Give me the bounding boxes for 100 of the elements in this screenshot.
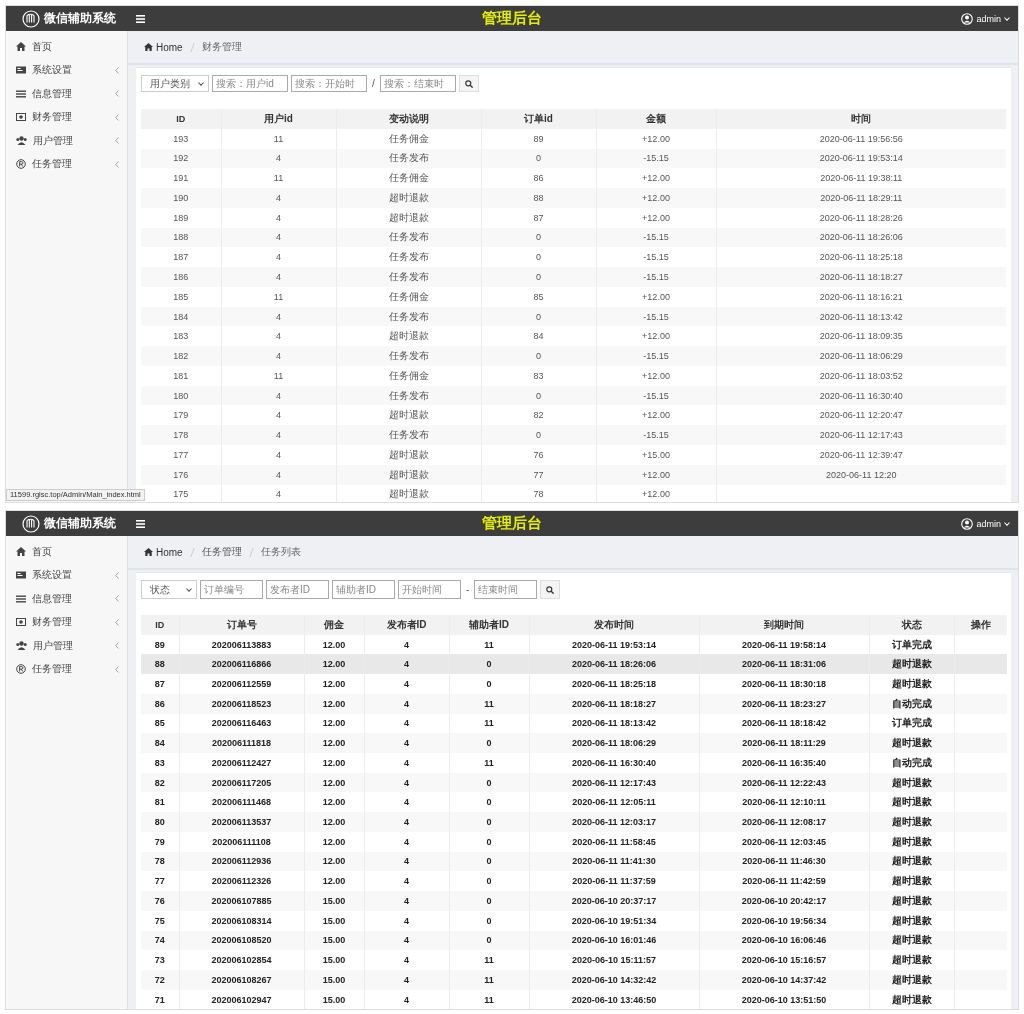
table-cell: 202006112936 xyxy=(179,851,304,872)
table-cell: 超时退款 xyxy=(869,654,954,675)
table-cell: -15.15 xyxy=(596,346,716,366)
table-cell: 189 xyxy=(141,207,221,228)
table-cell: 76 xyxy=(481,445,596,465)
sidebar-item[interactable]: 系统设置 xyxy=(6,58,127,82)
table-cell: 76 xyxy=(141,891,179,911)
table-cell: 4 xyxy=(221,464,336,485)
table-cell: 202006111108 xyxy=(179,831,304,852)
table-cell: 4 xyxy=(364,654,449,675)
breadcrumb-link[interactable]: Home xyxy=(144,546,183,558)
table-row[interactable]: 72 202006108267 15.00 4 11 2020-06-10 14:32:42 2020-06-10 14:37:42 超时退款 xyxy=(141,969,1007,990)
search-field[interactable]: 结束时间 xyxy=(474,580,538,599)
table-cell: 0 xyxy=(449,831,529,852)
table-cell: 2020-06-11 16:30:40 xyxy=(716,385,1006,406)
table-cell: 超时退款 xyxy=(869,969,954,990)
table-cell: 11 xyxy=(449,950,529,970)
sidebar-item[interactable]: 任务管理 xyxy=(6,152,127,176)
user-menu[interactable]: admin xyxy=(961,517,1010,530)
search-button[interactable] xyxy=(458,75,479,92)
table-cell: 2020-06-11 12:20 xyxy=(716,464,1006,485)
column-header: 状态 xyxy=(869,615,954,635)
breadcrumb-link[interactable]: 任务管理 xyxy=(201,545,242,559)
table-row[interactable]: 87 202006112559 12.00 4 0 2020-06-11 18:25:18 2020-06-11 18:30:18 超时退款 xyxy=(141,674,1007,694)
breadcrumb-link[interactable]: Home xyxy=(144,41,183,53)
sidebar-item[interactable]: 首页 xyxy=(6,540,127,564)
sidebar-item[interactable]: 财务管理 xyxy=(6,610,127,634)
table-cell: 15.00 xyxy=(304,891,364,911)
sidebar-item[interactable]: 任务管理 xyxy=(6,657,127,681)
table-cell: 4 xyxy=(364,851,449,872)
table-row[interactable]: 88 202006116866 12.00 4 0 2020-06-11 18:26:06 2020-06-11 18:31:06 超时退款 xyxy=(141,654,1007,675)
table-row[interactable]: 76 202006107885 15.00 4 0 2020-06-10 20:37:17 2020-06-10 20:42:17 超时退款 xyxy=(141,891,1007,911)
table-cell: 2020-06-10 13:51:50 xyxy=(699,989,869,1009)
table-row[interactable]: 78 202006112936 12.00 4 0 2020-06-11 11:41:30 2020-06-11 11:46:30 超时退款 xyxy=(141,851,1007,872)
logo-icon xyxy=(22,9,40,28)
filter-select[interactable]: 用户类别 xyxy=(141,75,209,92)
table-cell: 188 xyxy=(141,227,221,248)
table-cell: 12.00 xyxy=(304,693,364,714)
user-menu[interactable]: admin xyxy=(961,12,1010,25)
table-cell: 0 xyxy=(449,733,529,754)
search-field[interactable]: 搜索：开始时 xyxy=(291,75,367,92)
sidebar-item[interactable]: 首页 xyxy=(6,35,127,59)
search-field[interactable]: 订单编号 xyxy=(200,580,263,599)
money-icon xyxy=(16,113,26,122)
sidebar-item[interactable]: 用户管理 xyxy=(6,634,127,658)
table-cell: 183 xyxy=(141,326,221,347)
table-cell: 超时退款 xyxy=(336,207,481,228)
table-cell: 2020-06-10 20:42:17 xyxy=(699,891,869,911)
table-row[interactable]: 86 202006118523 12.00 4 11 2020-06-11 18:18:27 2020-06-11 18:23:27 自动完成 xyxy=(141,693,1007,714)
table-cell: 84 xyxy=(141,733,179,754)
search-field[interactable]: 发布者ID xyxy=(266,580,329,599)
table-row[interactable]: 79 202006111108 12.00 4 0 2020-06-11 11:58:45 2020-06-11 12:03:45 超时退款 xyxy=(141,831,1007,852)
search-field[interactable]: 搜索：用户id xyxy=(212,75,288,92)
table-cell: 超时退款 xyxy=(869,930,954,951)
column-header: 用户id xyxy=(221,109,336,129)
table-cell: +12.00 xyxy=(596,464,716,485)
table-cell: 2020-06-11 18:18:27 xyxy=(529,693,699,714)
table-cell: 88 xyxy=(481,188,596,208)
search-icon xyxy=(464,79,473,88)
sidebar-item[interactable]: 系统设置 xyxy=(6,563,127,587)
home-icon xyxy=(16,42,26,52)
table-row[interactable]: 82 202006117205 12.00 4 0 2020-06-11 12:17:43 2020-06-11 12:22:43 超时退款 xyxy=(141,772,1007,793)
sidebar-item[interactable]: 信息管理 xyxy=(6,82,127,106)
circle-badge-icon xyxy=(16,664,26,675)
sidebar-item[interactable]: 财务管理 xyxy=(6,105,127,129)
filter-select[interactable]: 状态 xyxy=(141,580,197,599)
table-cell: 71 xyxy=(141,989,179,1009)
search-button[interactable] xyxy=(540,580,561,599)
search-field[interactable]: 辅助者ID xyxy=(332,580,395,599)
table-cell: 83 xyxy=(481,365,596,386)
search-field[interactable]: 搜索：结束时 xyxy=(379,75,456,92)
table-cell: 2020-06-10 15:16:57 xyxy=(699,950,869,970)
table-row[interactable]: 74 202006108520 15.00 4 0 2020-06-10 16:01:46 2020-06-10 16:06:46 超时退款 xyxy=(141,930,1007,951)
table-cell: 0 xyxy=(481,346,596,366)
table-cell: -15.15 xyxy=(596,385,716,406)
table-cell: 任务发布 xyxy=(336,267,481,287)
table-cell: -15.15 xyxy=(596,306,716,327)
table-cell: 4 xyxy=(364,812,449,832)
table-cell: 2020-06-11 18:30:18 xyxy=(699,674,869,694)
table-row[interactable]: 73 202006102854 15.00 4 11 2020-06-10 15:11:57 2020-06-10 15:16:57 超时退款 xyxy=(141,950,1007,970)
money-icon xyxy=(16,618,26,627)
table-cell: 202006118523 xyxy=(179,693,304,714)
menu-icon[interactable] xyxy=(136,519,145,528)
table-cell: 4 xyxy=(364,831,449,852)
sidebar-item[interactable]: 信息管理 xyxy=(6,587,127,611)
sidebar-item[interactable]: 用户管理 xyxy=(6,129,127,153)
menu-icon[interactable] xyxy=(136,14,145,23)
table-cell: +12.00 xyxy=(596,286,716,307)
table-row[interactable]: 71 202006102947 15.00 4 11 2020-06-10 13:46:50 2020-06-10 13:51:50 超时退款 xyxy=(141,989,1007,1009)
table-row[interactable]: 80 202006113537 12.00 4 0 2020-06-11 12:03:17 2020-06-11 12:08:17 超时退款 xyxy=(141,812,1007,832)
table-cell: 2020-06-11 11:46:30 xyxy=(699,851,869,872)
search-field[interactable]: 开始时间 xyxy=(398,580,461,599)
table-cell: 0 xyxy=(481,227,596,248)
list-icon xyxy=(16,594,26,603)
table-cell: 4 xyxy=(221,346,336,366)
table-row[interactable]: 83 202006112427 12.00 4 11 2020-06-11 16:30:40 2020-06-11 16:35:40 自动完成 xyxy=(141,753,1007,773)
table-cell: 81 xyxy=(141,792,179,813)
table-row[interactable]: 84 202006111818 12.00 4 0 2020-06-11 18:06:29 2020-06-11 18:11:29 超时退款 xyxy=(141,733,1007,754)
table-cell: +12.00 xyxy=(596,365,716,386)
table-row[interactable]: 75 202006108314 15.00 4 0 2020-06-10 19:51:34 2020-06-10 19:56:34 超时退款 xyxy=(141,910,1007,931)
